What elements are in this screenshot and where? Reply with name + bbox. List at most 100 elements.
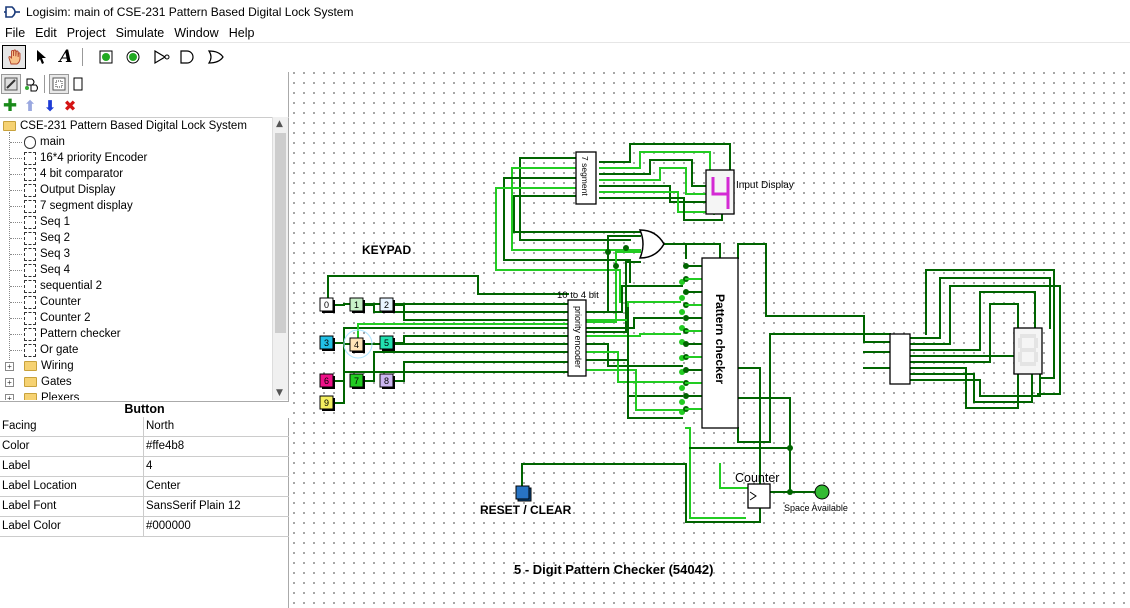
explorer-separator	[44, 75, 45, 93]
footer-title: 5 - Digit Pattern Checker (54042)	[514, 562, 714, 577]
explorer-scrollbar[interactable]: ▲ ▼	[272, 117, 288, 400]
reset-clear-button-face[interactable]	[515, 485, 530, 500]
appearance-view-button[interactable]	[68, 74, 88, 94]
add-or-gate-button[interactable]	[204, 45, 228, 69]
wire	[737, 243, 865, 317]
remove-circuit-button[interactable]: ✖	[60, 96, 80, 116]
tree-circuit-item[interactable]: Output Display	[24, 182, 115, 198]
expand-icon[interactable]: +	[5, 393, 14, 400]
tree-circuit-label: Seq 1	[40, 216, 71, 228]
simulation-tree-icon	[25, 78, 38, 92]
and-gate-icon	[180, 50, 194, 64]
tree-root-project[interactable]: CSE-231 Pattern Based Digital Lock Syste…	[3, 118, 247, 134]
circuit-canvas[interactable]: 0 1 2 3 4 5 6 7 8 9 priority encoder 7 segment Patte…	[290, 72, 1130, 608]
subcircuit-icon	[24, 247, 36, 261]
scroll-down-icon[interactable]: ▼	[276, 388, 283, 398]
tree-guide-hline	[10, 142, 22, 143]
keypad-button-0[interactable]: 0	[319, 297, 335, 313]
keypad-button-2[interactable]: 2	[379, 297, 395, 313]
subcircuit-icon	[24, 199, 36, 213]
main-toolbar: A	[0, 44, 1130, 72]
attribute-value[interactable]: #ffe4b8	[144, 437, 289, 456]
tree-circuit-label: Seq 3	[40, 248, 71, 260]
add-and-gate-button[interactable]	[176, 45, 200, 69]
tree-guide-hline	[10, 190, 22, 191]
attribute-value[interactable]: North	[144, 417, 289, 436]
keypad-button-7[interactable]: 7	[349, 373, 365, 389]
select-tool-button[interactable]	[29, 45, 53, 69]
encoder-top-label: 10 to 4 bit	[557, 290, 599, 301]
attribute-value[interactable]: #000000	[144, 517, 289, 536]
tree-circuit-item[interactable]: main	[24, 134, 65, 150]
tree-circuit-item[interactable]: Seq 1	[24, 214, 70, 230]
counter-label: Counter	[735, 471, 780, 485]
keypad-button-9[interactable]: 9	[319, 395, 335, 411]
keypad-button-8[interactable]: 8	[379, 373, 395, 389]
tree-circuit-item[interactable]: sequential 2	[24, 278, 102, 294]
button-label: 5	[384, 338, 389, 348]
scroll-thumb[interactable]	[275, 133, 286, 333]
add-not-gate-button[interactable]	[150, 45, 174, 69]
tree-circuit-label: Counter 2	[40, 312, 91, 324]
keypad-button-6[interactable]: 6	[319, 373, 335, 389]
tree-circuit-item[interactable]: 4 bit comparator	[24, 166, 123, 182]
wire-junction	[605, 249, 611, 255]
menu-help[interactable]: Help	[228, 26, 256, 40]
tree-circuit-item[interactable]: Seq 4	[24, 262, 70, 278]
layout-view-button[interactable]	[49, 74, 69, 94]
menu-window[interactable]: Window	[173, 26, 219, 40]
display-segment-off	[1034, 338, 1038, 348]
tree-circuit-item[interactable]: 16*4 priority Encoder	[24, 150, 147, 166]
tree-library-item[interactable]: + Gates	[5, 374, 72, 390]
add-output-pin-button[interactable]	[121, 45, 145, 69]
tree-circuit-label: Seq 2	[40, 232, 71, 244]
expand-icon[interactable]: +	[5, 361, 14, 371]
toolbox-view-button[interactable]	[1, 74, 21, 94]
tree-circuit-item[interactable]: Seq 2	[24, 230, 70, 246]
attribute-panel-title: Button	[0, 401, 289, 418]
menu-simulate[interactable]: Simulate	[115, 26, 166, 40]
tree-circuit-item[interactable]: 7 segment display	[24, 198, 133, 214]
menu-file[interactable]: File	[4, 26, 26, 40]
keypad-button-3[interactable]: 3	[319, 335, 335, 351]
button-label: 9	[324, 398, 329, 408]
add-circuit-button[interactable]: ✚	[0, 96, 20, 116]
tree-circuit-item[interactable]: Counter	[24, 294, 81, 310]
poke-tool-button[interactable]	[2, 45, 26, 69]
add-input-pin-button[interactable]	[94, 45, 118, 69]
tree-circuit-item[interactable]: Pattern checker	[24, 326, 121, 342]
button-label: 6	[324, 376, 329, 386]
text-tool-button[interactable]: A	[54, 45, 78, 69]
attribute-value[interactable]: Center	[144, 477, 289, 496]
scroll-up-icon[interactable]: ▲	[276, 119, 283, 129]
wire	[327, 275, 569, 299]
tree-circuit-label: 7 segment display	[40, 200, 133, 212]
tree-library-item[interactable]: + Plexers	[5, 390, 79, 400]
expand-icon[interactable]: +	[5, 377, 14, 387]
wire-junction	[679, 385, 685, 391]
tree-circuit-item[interactable]: Or gate	[24, 342, 78, 358]
attribute-value[interactable]: 4	[144, 457, 289, 476]
wire	[599, 167, 707, 195]
attribute-row: Label 4	[0, 457, 289, 477]
folder-icon	[24, 377, 37, 387]
tree-guide-hline	[10, 270, 22, 271]
keypad-button-4[interactable]: 4	[349, 337, 365, 353]
input-display-label: Input Display	[736, 180, 794, 191]
tree-circuit-item[interactable]: Counter 2	[24, 310, 91, 326]
output-pin-icon	[126, 50, 140, 64]
tree-library-item[interactable]: + Wiring	[5, 358, 74, 374]
attribute-value[interactable]: SansSerif Plain 12	[144, 497, 289, 516]
wire-junction	[623, 245, 629, 251]
tree-guide-hline	[10, 158, 22, 159]
move-up-button[interactable]: ⬆	[20, 96, 40, 116]
tree-circuit-label: sequential 2	[40, 280, 103, 292]
keypad-button-1[interactable]: 1	[349, 297, 365, 313]
move-down-button[interactable]: ⬇	[40, 96, 60, 116]
simulation-view-button[interactable]	[22, 74, 42, 94]
menu-project[interactable]: Project	[66, 26, 107, 40]
tree-circuit-item[interactable]: Seq 3	[24, 246, 70, 262]
keypad-button-5[interactable]: 5	[379, 335, 395, 351]
wire	[503, 177, 631, 283]
menu-edit[interactable]: Edit	[34, 26, 58, 40]
